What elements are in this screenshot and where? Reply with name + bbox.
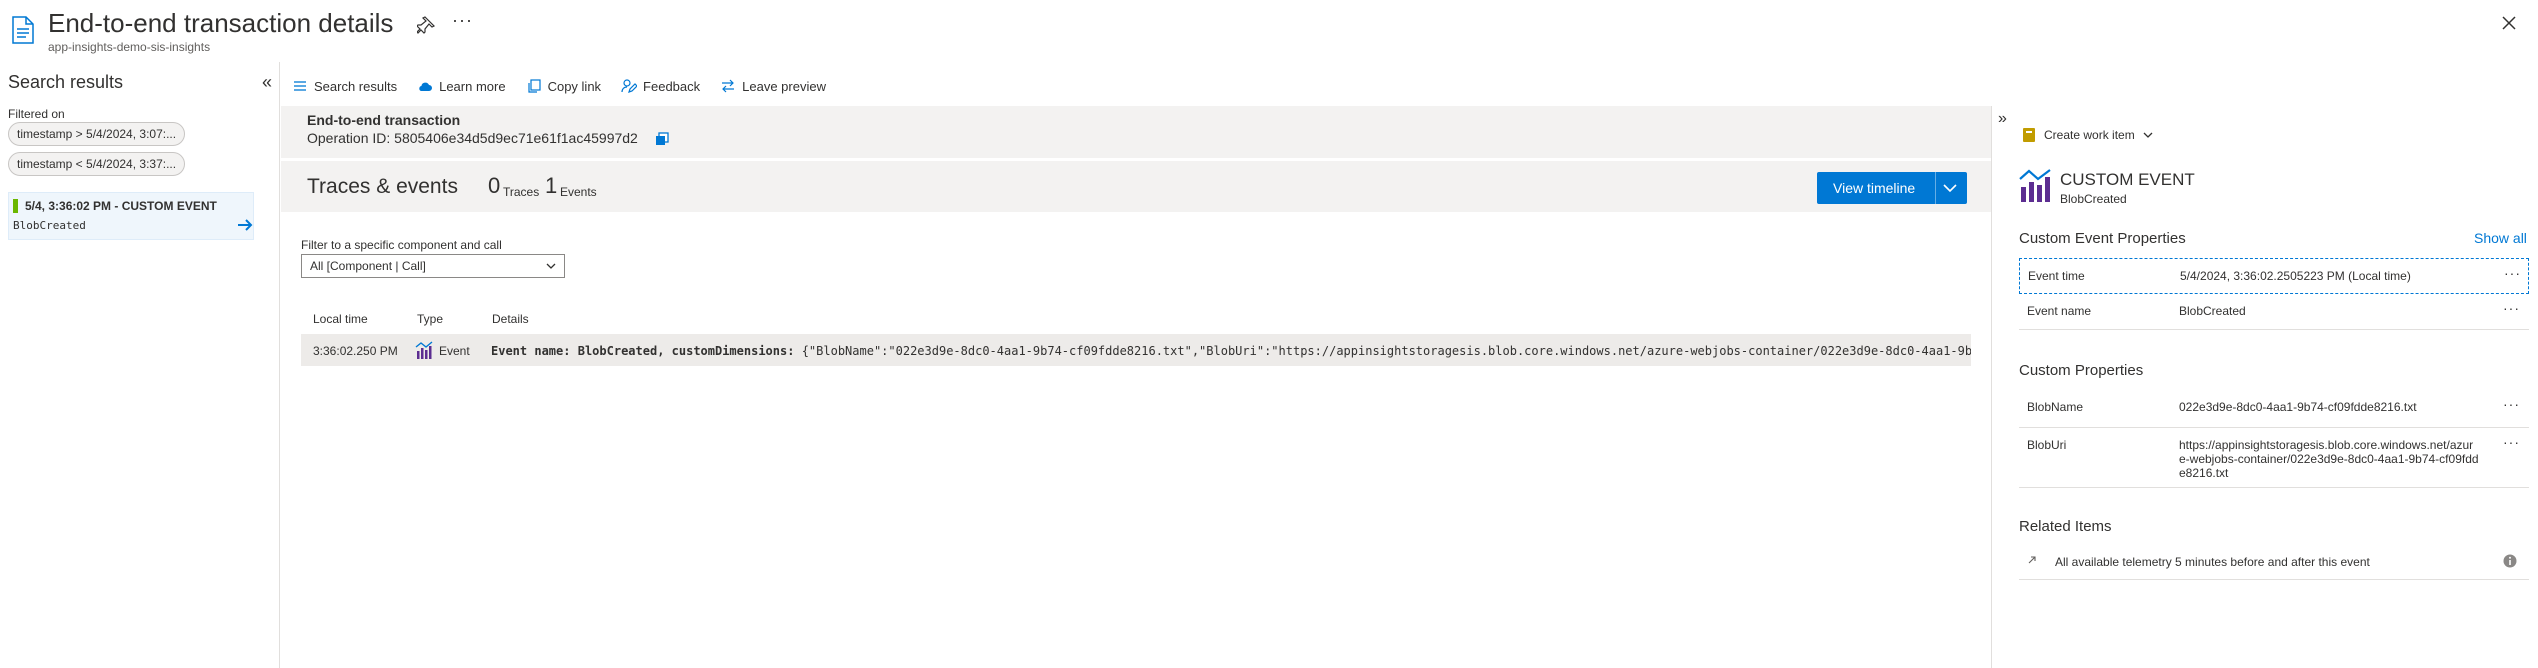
more-options-icon[interactable]: ··· — [2503, 300, 2520, 316]
leave-preview-button[interactable]: Leave preview — [710, 66, 836, 106]
property-row-blob-name[interactable]: BlobName 022e3d9e-8dc0-4aa1-9b74-cf09fdd… — [2019, 390, 2529, 428]
blade-header: End-to-end transaction details app-insig… — [0, 0, 2538, 60]
copy-link-button[interactable]: Copy link — [516, 66, 611, 106]
trace-count-label: Traces — [503, 185, 540, 199]
property-key: Event name — [2027, 304, 2092, 318]
search-result-item[interactable]: 5/4, 3:36:02 PM - CUSTOM EVENT BlobCreat… — [8, 192, 254, 240]
details-json: {"BlobName":"022e3d9e-8dc0-4aa1-9b74-cf0… — [801, 344, 1971, 358]
property-row-event-name[interactable]: Event name BlobCreated ··· — [2019, 294, 2529, 330]
arrow-up-right-icon — [2028, 556, 2036, 564]
row-details: Event name: BlobCreated, customDimension… — [491, 344, 1971, 358]
switch-icon — [722, 79, 735, 93]
related-item-label: All available telemetry 5 minutes before… — [2055, 555, 2370, 569]
copy-icon — [527, 79, 541, 93]
work-item-icon — [2023, 128, 2035, 142]
property-key: BlobName — [2027, 400, 2084, 414]
button-divider — [1935, 172, 1936, 204]
feedback-icon — [621, 79, 638, 93]
copy-link-label: Copy link — [547, 78, 602, 94]
more-options-icon[interactable]: ··· — [2503, 434, 2520, 450]
row-type: Event — [439, 344, 470, 358]
component-filter-select[interactable]: All [Component | Call] — [301, 254, 565, 278]
expand-panel-icon[interactable]: » — [1998, 110, 2007, 128]
view-timeline-label: View timeline — [1833, 180, 1916, 196]
event-type-title: CUSTOM EVENT — [2060, 170, 2195, 189]
component-filter-label: Filter to a specific component and call — [301, 238, 502, 252]
learn-more-button[interactable]: Learn more — [407, 66, 515, 106]
property-value: 022e3d9e-8dc0-4aa1-9b74-cf09fdde8216.txt — [2179, 400, 2417, 414]
document-icon — [12, 16, 34, 44]
view-timeline-button[interactable]: View timeline — [1817, 172, 1967, 204]
column-header-local-time: Local time — [313, 312, 368, 326]
cloud-icon — [419, 82, 433, 91]
list-icon — [294, 81, 306, 91]
related-items-title: Related Items — [2019, 518, 2112, 535]
details-label: Event name: — [491, 344, 571, 358]
custom-event-icon — [2019, 169, 2051, 202]
property-value: 5/4/2024, 3:36:02.2505223 PM (Local time… — [2180, 269, 2411, 283]
search-results-label: Search results — [314, 78, 398, 94]
close-icon[interactable] — [2498, 12, 2520, 34]
more-options-icon[interactable]: ··· — [452, 10, 473, 31]
custom-event-properties-title: Custom Event Properties — [2019, 230, 2186, 247]
chevron-down-icon[interactable] — [1943, 182, 1957, 194]
create-work-item-button[interactable]: Create work item — [2022, 124, 2153, 146]
component-filter-value: All [Component | Call] — [310, 259, 426, 273]
create-work-item-label: Create work item — [2044, 128, 2135, 142]
custom-event-icon — [415, 341, 433, 359]
feedback-button[interactable]: Feedback — [611, 66, 710, 106]
column-header-details: Details — [492, 312, 529, 326]
filter-pill-start[interactable]: timestamp > 5/4/2024, 3:07:... — [8, 122, 186, 146]
search-results-button[interactable]: Search results — [282, 66, 407, 106]
resource-name: app-insights-demo-sis-insights — [48, 40, 211, 54]
leave-preview-label: Leave preview — [742, 78, 826, 94]
custom-properties-title: Custom Properties — [2019, 362, 2144, 379]
property-key: Event time — [2028, 269, 2085, 283]
feedback-label: Feedback — [643, 78, 701, 94]
property-value: https://appinsightstoragesis.blob.core.w… — [2179, 438, 2479, 480]
info-icon[interactable] — [2503, 554, 2517, 568]
event-count: 1 — [545, 173, 558, 198]
chevron-down-icon — [2143, 132, 2153, 138]
command-bar: Search results Learn more Copy link Feed… — [282, 66, 836, 106]
chevron-down-icon — [546, 263, 556, 269]
status-indicator — [13, 199, 18, 213]
more-options-icon[interactable]: ··· — [2504, 265, 2521, 281]
details-name: BlobCreated, customDimensions: — [577, 344, 795, 358]
copy-operation-id-icon[interactable] — [654, 131, 670, 147]
property-key: BlobUri — [2027, 438, 2067, 452]
learn-more-label: Learn more — [439, 78, 506, 94]
related-item-telemetry[interactable]: All available telemetry 5 minutes before… — [2019, 544, 2529, 580]
event-name-subtitle: BlobCreated — [2060, 192, 2127, 206]
search-results-panel: Search results « Filtered on timestamp >… — [0, 62, 280, 668]
operation-id: Operation ID: 5805406e34d5d9ec71e61f1ac4… — [307, 130, 638, 146]
traces-events-header: Traces & events 0 Traces 1 Events — [281, 160, 1991, 212]
result-subtitle: BlobCreated — [13, 219, 86, 232]
transaction-header: End-to-end transaction Operation ID: 580… — [281, 106, 1991, 158]
event-details-panel: » Create work item CUSTOM EVENT BlobCrea… — [1991, 106, 2538, 668]
column-header-type: Type — [417, 312, 444, 326]
pin-icon[interactable] — [417, 14, 437, 34]
property-row-blob-uri[interactable]: BlobUri https://appinsightstoragesis.blo… — [2019, 428, 2529, 488]
trace-count: 0 — [488, 173, 501, 198]
page-title: End-to-end transaction details — [48, 8, 394, 38]
property-value: BlobCreated — [2179, 304, 2246, 318]
arrow-right-icon — [238, 219, 253, 231]
table-row[interactable]: 3:36:02.250 PM Event Event name: BlobCre… — [301, 334, 1971, 366]
show-all-link[interactable]: Show all — [2474, 230, 2527, 246]
transaction-content: End-to-end transaction Operation ID: 580… — [281, 106, 1991, 668]
filter-pill-end[interactable]: timestamp < 5/4/2024, 3:37:... — [8, 152, 186, 176]
filtered-on-label: Filtered on — [8, 107, 65, 121]
event-count-label: Events — [560, 185, 597, 199]
collapse-panel-icon[interactable]: « — [262, 72, 272, 93]
more-options-icon[interactable]: ··· — [2503, 396, 2520, 412]
traces-events-title: Traces & events — [307, 175, 458, 198]
row-local-time: 3:36:02.250 PM — [313, 344, 398, 358]
transaction-title: End-to-end transaction — [307, 112, 461, 128]
result-title: 5/4, 3:36:02 PM - CUSTOM EVENT — [25, 199, 217, 213]
search-results-title: Search results — [8, 72, 124, 92]
property-row-event-time[interactable]: Event time 5/4/2024, 3:36:02.2505223 PM … — [2019, 258, 2529, 294]
